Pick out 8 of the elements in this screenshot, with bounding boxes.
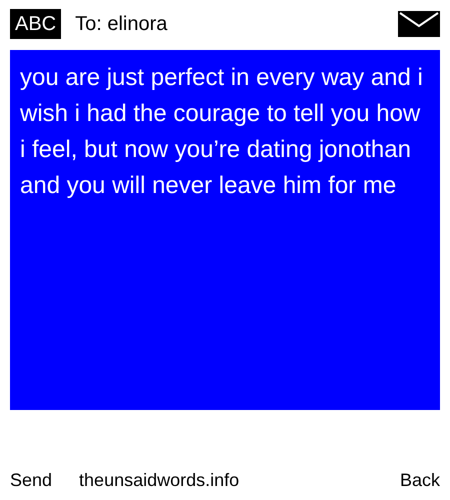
back-button[interactable]: Back bbox=[400, 467, 440, 494]
input-mode-badge: ABC bbox=[10, 9, 62, 39]
envelope-icon bbox=[398, 11, 440, 37]
recipient-label: To: elinora bbox=[75, 12, 168, 37]
message-text: you are just perfect in every way and i wish i had the courage to tell you how i feel, but now you’re dating jonothan and you will never leave him for me bbox=[20, 63, 424, 201]
website-link[interactable]: theunsaidwords.info bbox=[79, 467, 240, 494]
message-area[interactable]: you are just perfect in every way and i wish i had the courage to tell you how i feel, but now you’re dating jonothan and you will never leave him for me bbox=[10, 50, 440, 410]
send-button[interactable]: Send bbox=[10, 467, 52, 494]
